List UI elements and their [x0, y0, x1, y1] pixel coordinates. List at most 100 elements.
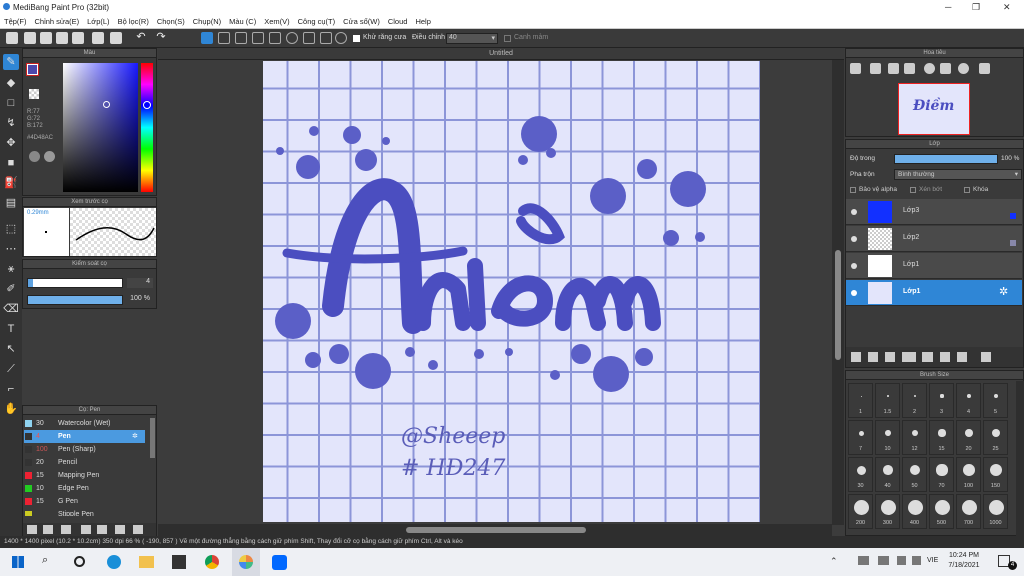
- layer-row-selected[interactable]: Lớp1 ✲: [846, 280, 1022, 306]
- brush-item[interactable]: 15 G Pen: [24, 495, 144, 508]
- brush-size-cell[interactable]: 4: [956, 383, 981, 418]
- snap-circle-icon[interactable]: [286, 32, 298, 44]
- brush-size-cell[interactable]: 500: [929, 494, 954, 529]
- snap-grid-icon[interactable]: [320, 32, 332, 44]
- menu-tools[interactable]: Công cụ(T): [294, 15, 340, 28]
- brush-size-cell[interactable]: 3: [929, 383, 954, 418]
- brush-size-cell[interactable]: 70: [929, 457, 954, 492]
- brush-list-scrollbar[interactable]: [150, 418, 155, 458]
- flip-icon[interactable]: [940, 63, 951, 74]
- brush-size-cell[interactable]: 7: [848, 420, 873, 455]
- brush-size-cell[interactable]: 400: [902, 494, 927, 529]
- brush-item[interactable]: Stipple Pen: [24, 508, 144, 516]
- brush-size-cell[interactable]: 1000: [983, 494, 1008, 529]
- brush-size-cell[interactable]: 700: [956, 494, 981, 529]
- menu-cloud[interactable]: Cloud: [384, 15, 412, 28]
- operation-tool-icon[interactable]: ↖: [3, 341, 19, 357]
- windows-start-icon[interactable]: [12, 556, 24, 568]
- brush-doc-icon[interactable]: [81, 525, 91, 534]
- visibility-icon[interactable]: [851, 290, 857, 296]
- vertical-scrollbar[interactable]: [832, 60, 844, 525]
- protect-alpha-checkbox[interactable]: [850, 187, 856, 193]
- vertical-scroll-thumb[interactable]: [835, 250, 841, 360]
- menu-color[interactable]: Màu (C): [225, 15, 260, 28]
- brush-size-cell[interactable]: 200: [848, 494, 873, 529]
- network-icon[interactable]: [858, 556, 869, 565]
- divide-tool-icon[interactable]: ⟋: [3, 361, 19, 377]
- primary-color-swatch[interactable]: [26, 63, 39, 76]
- horizontal-scrollbar[interactable]: [158, 524, 832, 536]
- layer-row[interactable]: Lớp1: [846, 253, 1022, 279]
- brush-item[interactable]: 15 Mapping Pen: [24, 469, 144, 482]
- redo-icon[interactable]: ↷: [155, 32, 167, 44]
- brush-settings-icon[interactable]: ✲: [132, 430, 138, 443]
- explorer-icon[interactable]: [139, 556, 154, 568]
- zoom-in-icon[interactable]: [850, 63, 861, 74]
- menu-edit[interactable]: Chỉnh sửa(E): [31, 15, 84, 28]
- chrome-icon[interactable]: [205, 555, 219, 569]
- brush-item[interactable]: 100 Pen (Sharp): [24, 443, 144, 456]
- snap-cross-icon[interactable]: [235, 32, 247, 44]
- hue-cursor[interactable]: [143, 101, 151, 109]
- brush-size-cell[interactable]: 2: [902, 383, 927, 418]
- rotate-right-icon[interactable]: [958, 63, 969, 74]
- brush-menu-icon[interactable]: [43, 525, 53, 534]
- menu-help[interactable]: Help: [411, 15, 434, 28]
- new-layer-icon[interactable]: [851, 352, 861, 362]
- eraser-tool-icon[interactable]: ◆: [3, 75, 19, 91]
- layer-settings-icon[interactable]: ✲: [999, 285, 1008, 298]
- battery-icon[interactable]: [912, 556, 921, 565]
- brush-item[interactable]: 30 Watercolor (Wet): [24, 417, 144, 430]
- snap-radial-icon[interactable]: [269, 32, 281, 44]
- select-pen-icon[interactable]: ✐: [3, 281, 19, 297]
- share-icon[interactable]: [72, 32, 84, 44]
- save-icon[interactable]: [56, 32, 68, 44]
- wand-tool-icon[interactable]: ⚹: [3, 261, 19, 277]
- select-tool-icon[interactable]: ⬚: [3, 221, 19, 237]
- close-icon[interactable]: ✕: [1003, 2, 1011, 13]
- brush-item[interactable]: 20 Pencil: [24, 456, 144, 469]
- volume-icon[interactable]: [897, 556, 906, 565]
- new-8bit-layer-icon[interactable]: [885, 352, 895, 362]
- blend-mode-dropdown[interactable]: Bình thường ▾: [894, 169, 1022, 180]
- brush-size-value[interactable]: 4: [127, 278, 153, 288]
- brush-size-cell[interactable]: 100: [956, 457, 981, 492]
- brush-size-scrollbar[interactable]: [1016, 381, 1024, 536]
- task-view-icon[interactable]: [74, 556, 85, 567]
- bucket-tool-icon[interactable]: ⛽: [3, 175, 19, 191]
- reset-view-icon[interactable]: [979, 63, 990, 74]
- store-icon[interactable]: [172, 555, 186, 569]
- snap-vanish-icon[interactable]: [252, 32, 264, 44]
- brush-opacity-slider[interactable]: [27, 295, 123, 305]
- brush-size-cell[interactable]: 25: [983, 420, 1008, 455]
- brush-item[interactable]: 10 Edge Pen: [24, 482, 144, 495]
- snap-parallel-icon[interactable]: [218, 32, 230, 44]
- brush-size-cell[interactable]: 10: [875, 420, 900, 455]
- settings-icon[interactable]: [335, 32, 347, 44]
- lasso-tool-icon[interactable]: ↯: [3, 115, 19, 131]
- edge-icon[interactable]: [107, 555, 121, 569]
- brush-size-cell[interactable]: 1: [848, 383, 873, 418]
- lock-checkbox[interactable]: [964, 187, 970, 193]
- brush-size-cell[interactable]: 1.5: [875, 383, 900, 418]
- canvas-tab[interactable]: Untitled: [158, 48, 844, 60]
- language-indicator[interactable]: VIE: [927, 557, 938, 564]
- hue-slider[interactable]: [141, 63, 153, 192]
- snap-off-icon[interactable]: [201, 32, 213, 44]
- horizontal-scroll-thumb[interactable]: [406, 527, 586, 533]
- brush-size-cell[interactable]: 40: [875, 457, 900, 492]
- brush-duplicate-icon[interactable]: [115, 525, 125, 534]
- text-tool-icon[interactable]: T: [3, 321, 19, 337]
- brush-size-cell[interactable]: 150: [983, 457, 1008, 492]
- palette-icon[interactable]: [29, 151, 40, 162]
- actual-size-icon[interactable]: [904, 63, 915, 74]
- brush-size-cell[interactable]: 15: [929, 420, 954, 455]
- gradient-tool-icon[interactable]: ▤: [3, 195, 19, 211]
- saturation-value-picker[interactable]: [63, 63, 138, 192]
- magic-wand-icon[interactable]: ⋯: [3, 241, 19, 257]
- color-picker-cursor[interactable]: [103, 101, 110, 108]
- minimize-icon[interactable]: ─: [945, 2, 951, 12]
- move-tool-icon[interactable]: ✥: [3, 135, 19, 151]
- palette-settings-icon[interactable]: [44, 151, 55, 162]
- cloud-icon[interactable]: [6, 32, 18, 44]
